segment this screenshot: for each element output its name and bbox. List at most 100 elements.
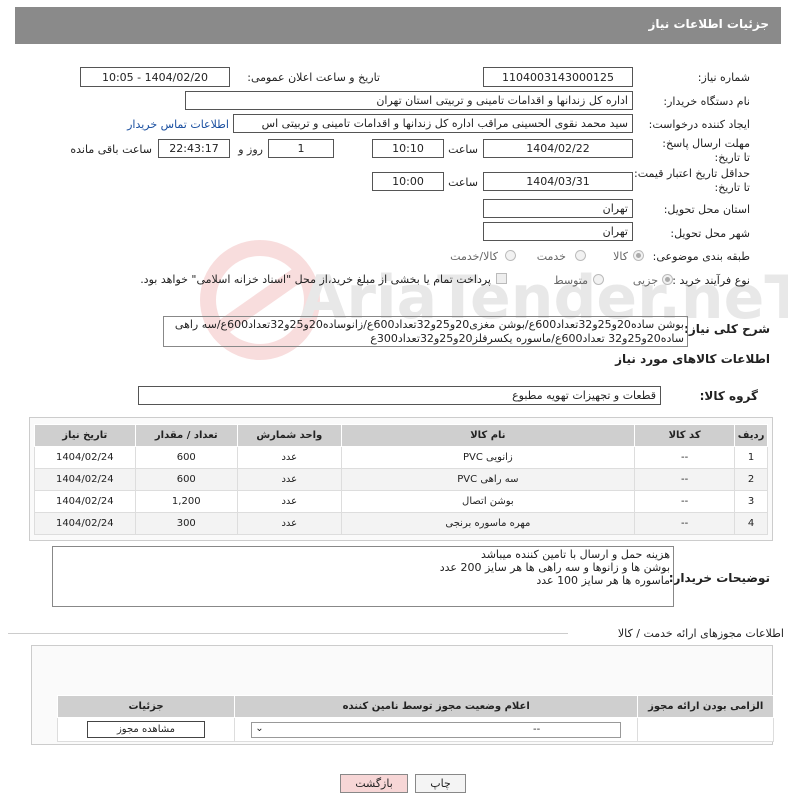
province-field: تهران bbox=[483, 199, 633, 218]
row-date: 1404/02/24 bbox=[34, 446, 136, 469]
process-partial-radio[interactable] bbox=[662, 274, 673, 285]
goods-header-date: تاریخ نیاز bbox=[34, 424, 136, 447]
back-button[interactable]: بازگشت bbox=[340, 774, 408, 793]
permits-header-details: جزئیات bbox=[57, 695, 235, 718]
goods-table-container: ردیف کد کالا نام کالا واحد شمارش تعداد /… bbox=[29, 417, 773, 541]
category-label: طبقه بندی موضوعی: bbox=[652, 250, 750, 263]
row-unit: عدد bbox=[236, 490, 342, 513]
goods-table: ردیف کد کالا نام کالا واحد شمارش تعداد /… bbox=[34, 424, 768, 535]
goods-header-name: نام کالا bbox=[340, 424, 636, 447]
print-button[interactable]: چاپ bbox=[415, 774, 466, 793]
buyer-note-line: هزینه حمل و ارسال با تامین کننده میباشد bbox=[480, 548, 670, 561]
chevron-down-icon: ⌄ bbox=[255, 722, 264, 734]
validity-time-label: ساعت bbox=[448, 176, 478, 189]
need-number-label: شماره نیاز: bbox=[697, 71, 750, 84]
table-row: -- ⌄ مشاهده مجوز bbox=[57, 717, 774, 742]
goods-section-title: اطلاعات کالاهای مورد نیاز bbox=[615, 352, 770, 366]
row-qty: 600 bbox=[134, 446, 238, 469]
city-field: تهران bbox=[483, 222, 633, 241]
category-both-radio[interactable] bbox=[505, 250, 516, 261]
process-partial-label: جزیی bbox=[632, 274, 658, 287]
category-goods-label: کالا bbox=[613, 250, 628, 263]
row-unit: عدد bbox=[236, 512, 342, 535]
table-row: 4 -- مهره ماسوره برنجی عدد 300 1404/02/2… bbox=[34, 512, 768, 535]
process-medium-label: متوسط bbox=[553, 274, 588, 287]
goods-header-qty: تعداد / مقدار bbox=[134, 424, 238, 447]
row-name: سه راهی PVC bbox=[340, 468, 636, 491]
validity-time-field: 10:00 bbox=[372, 172, 444, 191]
permits-header-status: اعلام وضعیت مجوز توسط نامین کننده bbox=[233, 695, 639, 718]
remaining-time-field: 22:43:17 bbox=[158, 139, 230, 158]
goods-header-unit: واحد شمارش bbox=[236, 424, 342, 447]
row-name: مهره ماسوره برنجی bbox=[340, 512, 636, 535]
city-label: شهر محل تحویل: bbox=[670, 227, 750, 240]
contact-buyer-link[interactable]: اطلاعات تماس خریدار bbox=[127, 118, 229, 131]
row-number: 3 bbox=[734, 490, 768, 513]
permits-status-cell: -- ⌄ bbox=[233, 717, 639, 742]
goods-header-row: ردیف bbox=[734, 424, 768, 447]
permits-header-required: الزامی بودن ارائه مجوز bbox=[637, 695, 774, 718]
row-code: -- bbox=[634, 512, 736, 535]
buyer-org-field: اداره کل زندانها و اقدامات تامینی و تربی… bbox=[185, 91, 633, 110]
buyer-notes-label: توضیحات خریدار: bbox=[668, 571, 770, 585]
buyer-note-line: ماسوره ها هر سایز 100 عدد bbox=[536, 574, 670, 587]
days-field: 1 bbox=[268, 139, 334, 158]
process-label: نوع فرآیند خرید : bbox=[672, 274, 750, 287]
row-number: 2 bbox=[734, 468, 768, 491]
validity-date-field: 1404/03/31 bbox=[483, 172, 633, 191]
permits-details-cell: مشاهده مجوز bbox=[57, 717, 235, 742]
validity-label: حداقل تاریخ اعتبار قیمت: تا تاریخ: bbox=[634, 167, 750, 194]
row-date: 1404/02/24 bbox=[34, 468, 136, 491]
row-name: بوشن اتصال bbox=[340, 490, 636, 513]
description-label: شرح کلی نیاز: bbox=[684, 322, 770, 336]
page-title: جزئیات اطلاعات نیاز bbox=[648, 17, 769, 31]
page-header: جزئیات اطلاعات نیاز bbox=[15, 7, 781, 44]
row-code: -- bbox=[634, 490, 736, 513]
goods-group-field: قطعات و تجهیزات تهویه مطبوع bbox=[138, 386, 661, 405]
goods-header-code: کد کالا bbox=[634, 424, 736, 447]
permits-section-title: اطلاعات مجوزهای ارائه خدمت / کالا bbox=[617, 627, 784, 640]
row-unit: عدد bbox=[236, 446, 342, 469]
province-label: استان محل تحویل: bbox=[663, 203, 750, 216]
table-row: 3 -- بوشن اتصال عدد 1,200 1404/02/24 bbox=[34, 490, 768, 513]
permit-status-select[interactable]: -- ⌄ bbox=[251, 721, 622, 738]
days-label: روز و bbox=[238, 143, 263, 156]
view-permit-button[interactable]: مشاهده مجوز bbox=[87, 721, 205, 738]
buyer-note-line: بوشن ها و زانوها و سه راهی ها هر سایز 20… bbox=[439, 561, 670, 574]
row-code: -- bbox=[634, 446, 736, 469]
permits-container: الزامی بودن ارائه مجوز اعلام وضعیت مجوز … bbox=[31, 645, 774, 745]
announce-field: 1404/02/20 - 10:05 bbox=[80, 67, 230, 87]
permit-status-value: -- bbox=[532, 723, 541, 735]
row-unit: عدد bbox=[236, 468, 342, 491]
deadline-time-label: ساعت bbox=[448, 143, 478, 156]
row-qty: 600 bbox=[134, 468, 238, 491]
row-date: 1404/02/24 bbox=[34, 490, 136, 513]
row-number: 4 bbox=[734, 512, 768, 535]
payment-note: پرداخت تمام یا بخشی از مبلغ خرید،از محل … bbox=[140, 273, 491, 286]
requester-field: سید محمد نقوی الحسینی مراقب اداره کل زند… bbox=[233, 114, 633, 133]
remaining-label: ساعت باقی مانده bbox=[70, 143, 152, 156]
category-service-radio[interactable] bbox=[575, 250, 586, 261]
permits-divider bbox=[8, 633, 568, 634]
deadline-date-field: 1404/02/22 bbox=[483, 139, 633, 158]
row-qty: 1,200 bbox=[134, 490, 238, 513]
announce-label: تاریخ و ساعت اعلان عمومی: bbox=[247, 71, 380, 84]
row-name: زانویی PVC bbox=[340, 446, 636, 469]
row-code: -- bbox=[634, 468, 736, 491]
table-row: 1 -- زانویی PVC عدد 600 1404/02/24 bbox=[34, 446, 768, 469]
process-medium-radio[interactable] bbox=[593, 274, 604, 285]
deadline-label: مهلت ارسال پاسخ: تا تاریخ: bbox=[662, 137, 750, 164]
category-both-label: کالا/خدمت bbox=[450, 250, 498, 263]
goods-group-label: گروه کالا: bbox=[699, 389, 758, 403]
table-row: 2 -- سه راهی PVC عدد 600 1404/02/24 bbox=[34, 468, 768, 491]
buyer-notes-textarea[interactable]: هزینه حمل و ارسال با تامین کننده میباشد … bbox=[52, 546, 674, 607]
category-service-label: خدمت bbox=[536, 250, 566, 263]
category-goods-radio[interactable] bbox=[633, 250, 644, 261]
row-qty: 300 bbox=[134, 512, 238, 535]
need-number-field: 1104003143000125 bbox=[483, 67, 633, 87]
permits-table: الزامی بودن ارائه مجوز اعلام وضعیت مجوز … bbox=[57, 695, 774, 742]
permits-required-cell bbox=[637, 717, 774, 742]
description-textarea[interactable]: بوشن ساده20و25و32تعداد600ع/بوشن مغزی20و2… bbox=[163, 316, 688, 347]
payment-checkbox[interactable] bbox=[496, 273, 507, 284]
row-number: 1 bbox=[734, 446, 768, 469]
